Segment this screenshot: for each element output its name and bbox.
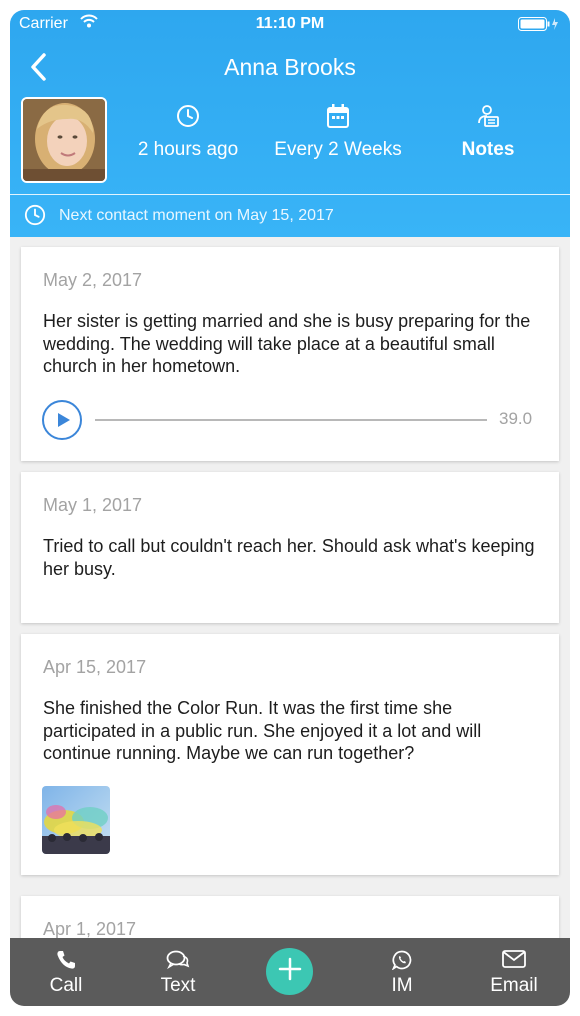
chat-icon bbox=[122, 950, 234, 972]
frequency-stat[interactable]: Every 2 Weeks bbox=[268, 102, 408, 161]
email-label: Email bbox=[490, 975, 538, 996]
entry-text: She finished the Color Run. It was the f… bbox=[43, 698, 482, 763]
email-button[interactable]: Email bbox=[458, 938, 570, 1006]
add-entry-button[interactable] bbox=[266, 948, 313, 995]
history-feed[interactable]: May 2, 2017 Her sister is getting marrie… bbox=[10, 237, 570, 938]
battery-icon bbox=[518, 17, 560, 36]
status-time: 11:10 PM bbox=[255, 15, 325, 32]
entry-date: Apr 15, 2017 bbox=[43, 657, 147, 677]
next-contact-text: Next contact moment on May 15, 2017 bbox=[59, 207, 334, 224]
history-entry[interactable]: Apr 1, 2017 bbox=[21, 896, 559, 938]
whatsapp-icon bbox=[346, 950, 458, 972]
next-contact-bar: Next contact moment on May 15, 2017 bbox=[10, 195, 570, 237]
photo-thumbnail[interactable] bbox=[42, 786, 110, 854]
call-button[interactable]: Call bbox=[10, 938, 122, 1006]
call-label: Call bbox=[49, 975, 83, 996]
history-entry[interactable]: May 2, 2017 Her sister is getting marrie… bbox=[21, 247, 559, 461]
text-button[interactable]: Text bbox=[122, 938, 234, 1006]
clock-icon bbox=[24, 204, 46, 231]
contact-avatar[interactable] bbox=[21, 97, 107, 183]
status-bar: Carrier 11:10 PM bbox=[10, 10, 570, 40]
contact-name-title: Anna Brooks bbox=[224, 54, 356, 80]
action-tab-bar: Call Text IM Email bbox=[10, 938, 570, 1006]
contact-header: Carrier 11:10 PM Anna Brooks 2 hours ago… bbox=[10, 10, 570, 237]
entry-date: Apr 1, 2017 bbox=[43, 919, 137, 938]
phone-screen: Carrier 11:10 PM Anna Brooks 2 hours ago… bbox=[10, 10, 570, 1006]
plus-icon bbox=[278, 957, 302, 986]
notes-stat[interactable]: Notes bbox=[418, 102, 558, 161]
last-contact-label: 2 hours ago bbox=[137, 139, 239, 160]
audio-duration: 39.0 bbox=[499, 409, 533, 428]
im-label: IM bbox=[391, 975, 413, 996]
entry-date: May 1, 2017 bbox=[43, 495, 143, 515]
text-label: Text bbox=[160, 975, 196, 996]
history-entry[interactable]: Apr 15, 2017 She finished the Color Run.… bbox=[21, 634, 559, 875]
notes-icon bbox=[418, 102, 558, 130]
entry-text: Her sister is getting married and she is… bbox=[43, 311, 531, 376]
calendar-icon bbox=[268, 102, 408, 130]
entry-text: Tried to call but couldn't reach her. Sh… bbox=[43, 536, 535, 579]
frequency-label: Every 2 Weeks bbox=[274, 139, 402, 160]
notes-label: Notes bbox=[461, 139, 515, 160]
audio-progress-track[interactable] bbox=[95, 419, 487, 421]
entry-date: May 2, 2017 bbox=[43, 270, 143, 290]
history-entry[interactable]: May 1, 2017 Tried to call but couldn't r… bbox=[21, 472, 559, 623]
email-icon bbox=[458, 950, 570, 972]
last-contact-stat[interactable]: 2 hours ago bbox=[118, 102, 258, 161]
clock-icon bbox=[118, 102, 258, 130]
play-button[interactable] bbox=[42, 400, 82, 440]
im-button[interactable]: IM bbox=[346, 938, 458, 1006]
phone-icon bbox=[10, 950, 122, 972]
